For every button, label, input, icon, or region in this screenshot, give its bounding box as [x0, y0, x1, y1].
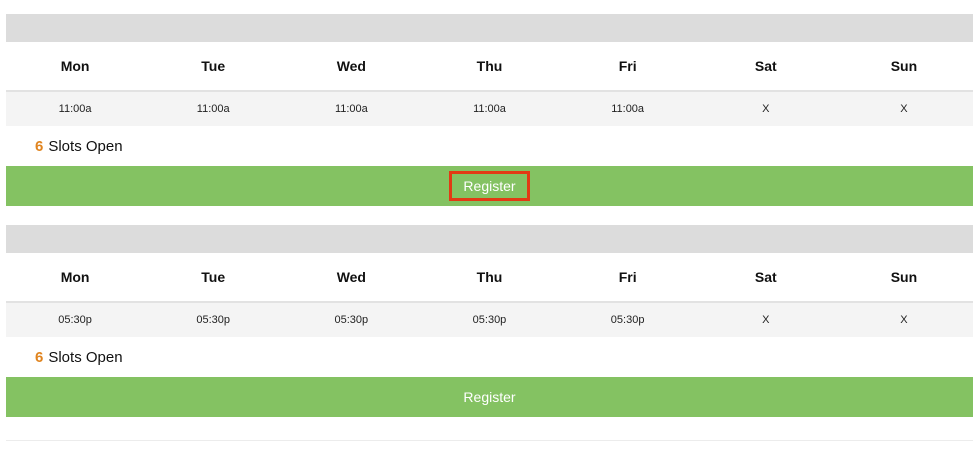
day-header-row: Mon Tue Wed Thu Fri Sat Sun: [6, 253, 973, 303]
day-header-sun: Sun: [890, 58, 918, 74]
slots-label: Slots Open: [48, 137, 123, 155]
day-header-wed: Wed: [336, 269, 366, 285]
day-header-fri: Fri: [618, 269, 637, 285]
day-header-thu: Thu: [476, 58, 503, 74]
time-cell-sun: X: [900, 314, 908, 326]
time-cell-wed: 11:00a: [334, 103, 368, 115]
register-button[interactable]: Register: [449, 171, 530, 201]
day-header-mon: Mon: [60, 269, 90, 285]
register-bar[interactable]: Register: [6, 166, 973, 206]
day-header-tue: Tue: [201, 58, 226, 74]
day-header-wed: Wed: [336, 58, 366, 74]
time-cell-tue: 11:00a: [196, 103, 230, 115]
slots-open-text: 6 Slots Open: [6, 337, 973, 377]
time-cell-mon: 11:00a: [58, 103, 92, 115]
time-cell-sun: X: [900, 103, 908, 115]
time-row: 11:00a 11:00a 11:00a 11:00a 11:00a X X: [6, 92, 973, 126]
time-cell-tue: 05:30p: [196, 314, 231, 326]
time-row: 05:30p 05:30p 05:30p 05:30p 05:30p X X: [6, 303, 973, 337]
time-cell-mon: 05:30p: [58, 314, 92, 326]
time-cell-wed: 05:30p: [334, 314, 369, 326]
day-header-mon: Mon: [60, 58, 90, 74]
time-cell-sat: X: [762, 314, 770, 326]
slots-count: 6: [35, 348, 44, 366]
divider: [6, 440, 973, 441]
time-cell-sat: X: [762, 103, 770, 115]
schedule-block: Mon Tue Wed Thu Fri Sat Sun 05:30p 05:30…: [6, 225, 973, 417]
slots-open-text: 6 Slots Open: [6, 126, 973, 166]
schedule-header-bar: [6, 225, 973, 253]
slots-count: 6: [35, 137, 44, 155]
time-cell-fri: 05:30p: [610, 314, 645, 326]
register-bar[interactable]: Register: [6, 377, 973, 417]
day-header-thu: Thu: [476, 269, 503, 285]
schedule-header-bar: [6, 14, 973, 42]
day-header-sun: Sun: [890, 269, 918, 285]
time-cell-thu: 11:00a: [473, 103, 506, 115]
register-button[interactable]: Register: [449, 382, 529, 412]
day-header-sat: Sat: [754, 269, 777, 285]
day-header-sat: Sat: [754, 58, 777, 74]
time-cell-fri: 11:00a: [611, 103, 645, 115]
day-header-row: Mon Tue Wed Thu Fri Sat Sun: [6, 42, 973, 92]
day-header-tue: Tue: [201, 269, 226, 285]
time-cell-thu: 05:30p: [472, 314, 507, 326]
day-header-fri: Fri: [618, 58, 637, 74]
schedule-block: Mon Tue Wed Thu Fri Sat Sun 11:00a 11:00…: [6, 14, 973, 206]
slots-label: Slots Open: [48, 348, 123, 366]
